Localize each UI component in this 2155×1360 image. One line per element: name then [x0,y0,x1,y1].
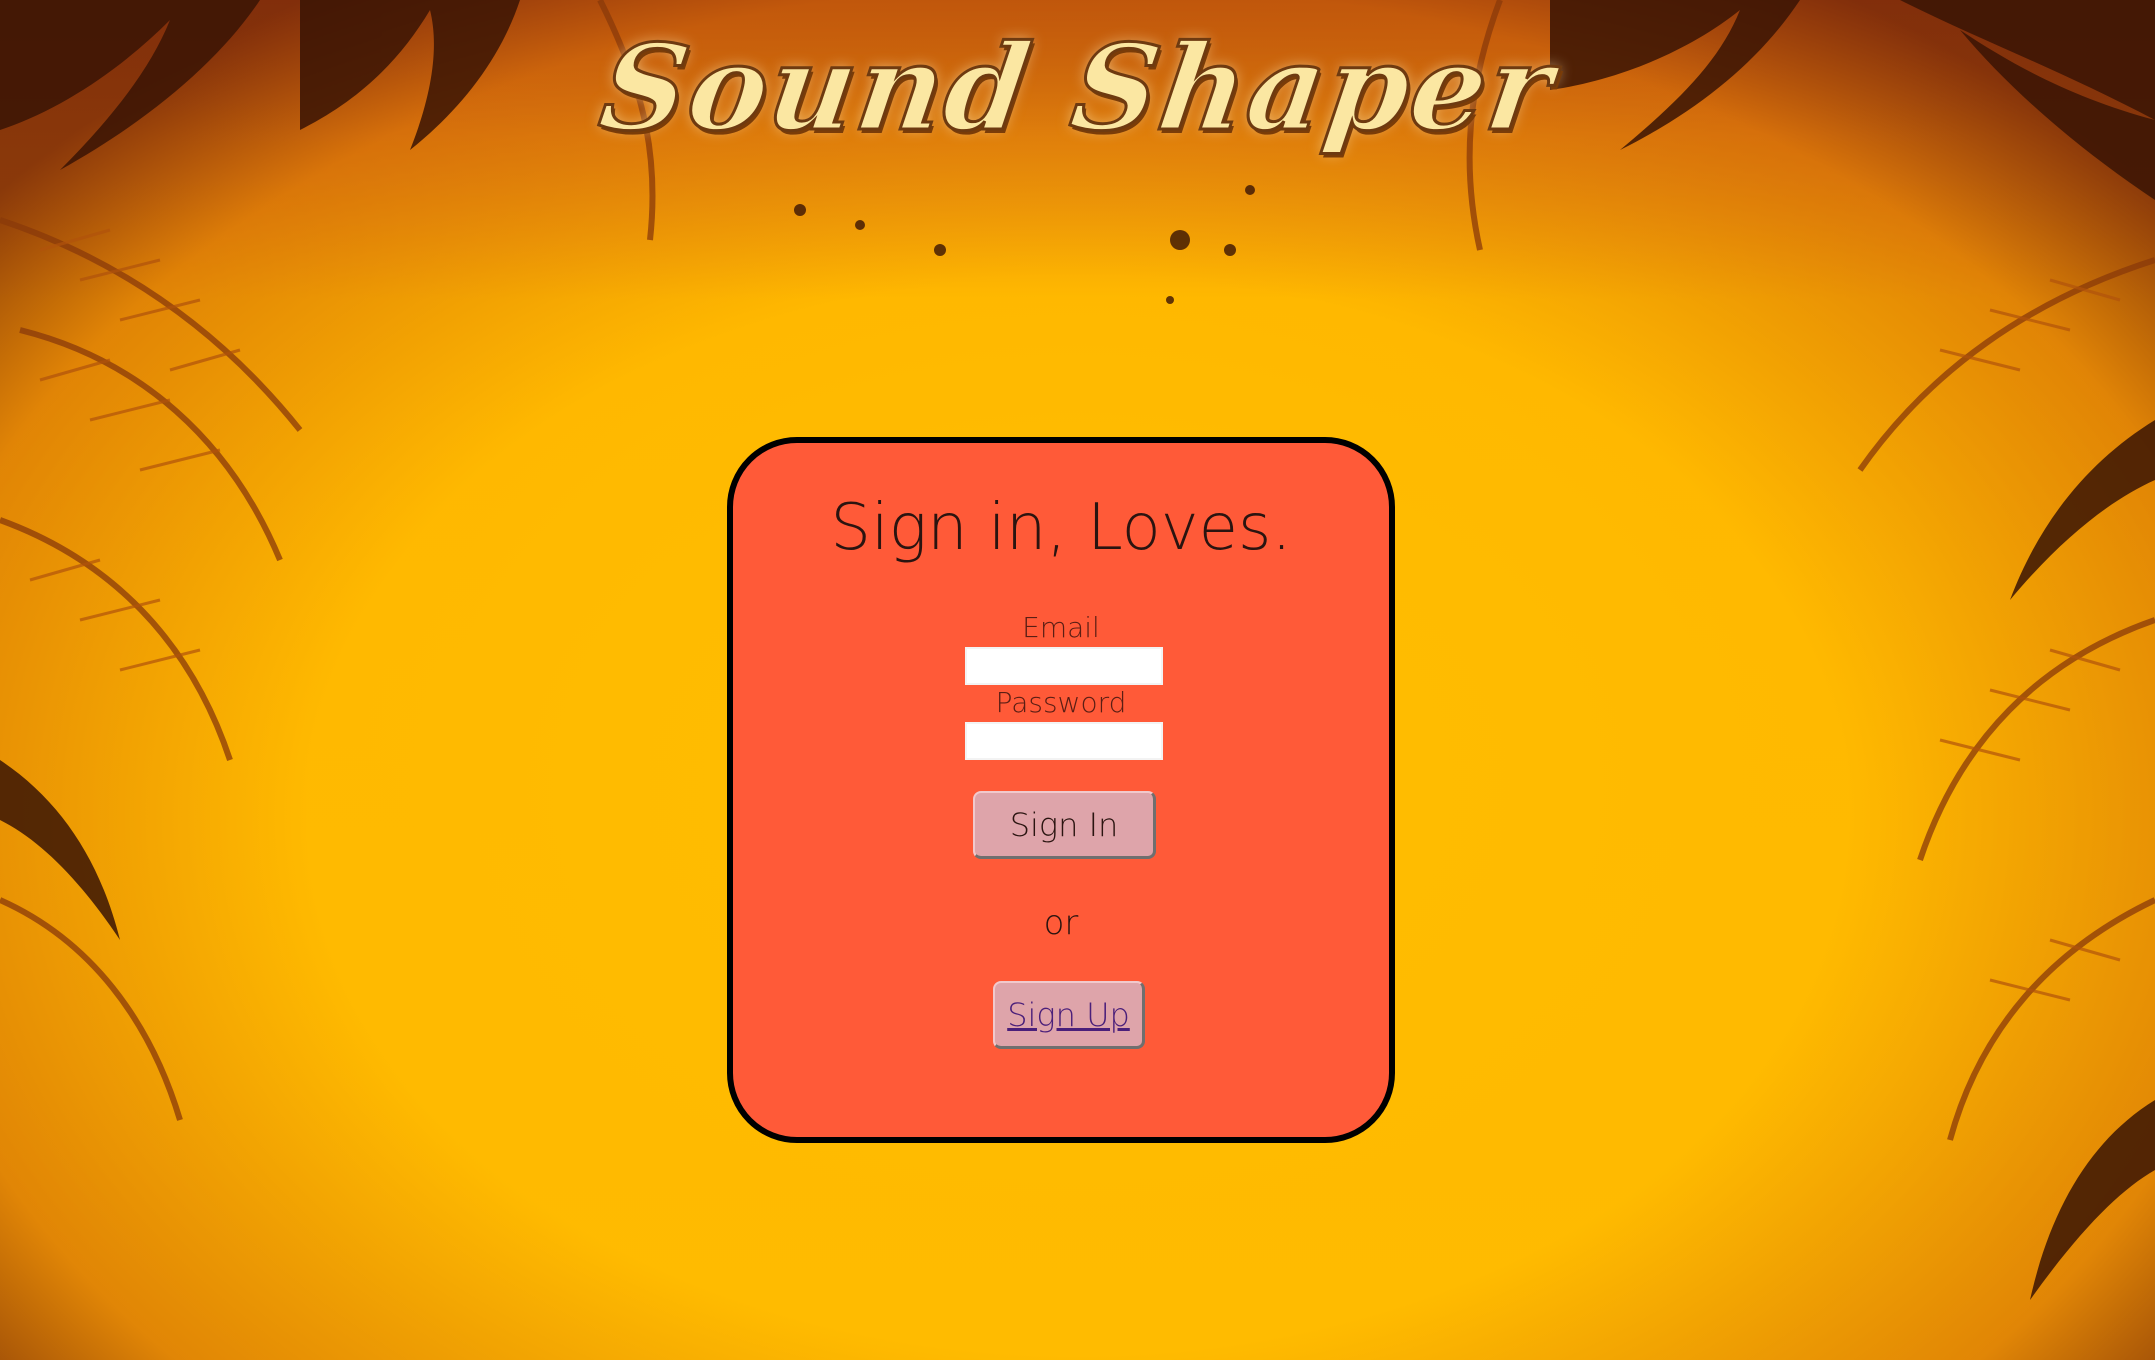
signin-button[interactable]: Sign In [973,791,1156,859]
signin-card: Sign in, Loves. Email Password Sign In o… [727,437,1395,1143]
email-field[interactable] [965,647,1163,685]
email-label: Email [1022,611,1100,644]
signup-link-button[interactable]: Sign Up [993,981,1145,1049]
app-logo: Sound Shaper [591,17,1564,159]
password-field[interactable] [965,722,1163,760]
password-label: Password [995,686,1127,719]
or-separator: or [1043,903,1079,943]
signin-title: Sign in, Loves. [830,491,1292,565]
